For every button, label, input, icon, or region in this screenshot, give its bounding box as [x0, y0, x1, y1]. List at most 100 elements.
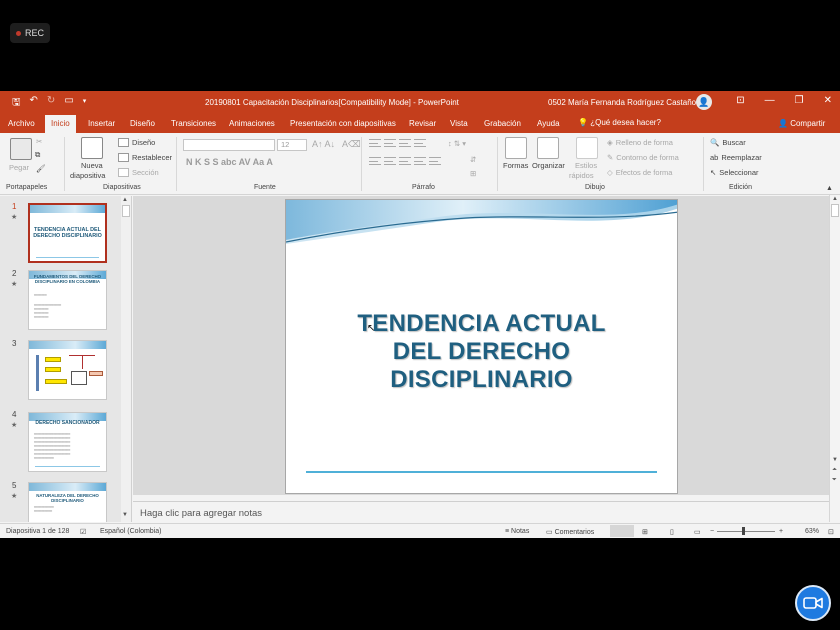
present-icon[interactable]: ▭ — [64, 95, 73, 112]
tab-transiciones[interactable]: Transiciones — [171, 119, 216, 128]
smartart-icon[interactable]: ⊞ — [470, 169, 476, 178]
zoom-out-icon[interactable]: − — [710, 528, 714, 535]
scroll-down-icon[interactable]: ▼ — [832, 457, 838, 463]
slide-thumbnail-2[interactable]: FUNDAMENTOS DEL DERECHO DISCIPLINARIO EN… — [28, 270, 107, 330]
comments-toggle[interactable]: ▭ Comentarios — [546, 528, 594, 536]
quick-styles-label-1[interactable]: Estilos — [575, 161, 597, 170]
minimize-icon[interactable]: — — [765, 95, 775, 106]
slide-thumbnail-1[interactable]: TENDENCIA ACTUAL DEL DERECHO DISCIPLINAR… — [28, 203, 107, 263]
slide-thumbnail-4[interactable]: DERECHO SANCIONADOR ━━━━━━━━━━━━━━━━━━━━… — [28, 412, 107, 472]
arrange-button[interactable]: Organizar — [532, 161, 565, 170]
slide-sorter-icon[interactable]: ⊞ — [642, 528, 648, 536]
new-slide-label-2[interactable]: diapositiva — [70, 171, 105, 180]
slide-thumbnail-5[interactable]: NATURALEZA DEL DERECHO DISCIPLINARIO ━━━… — [28, 482, 107, 522]
next-slide-icon[interactable]: ⏷ — [832, 477, 837, 484]
grow-font-icon[interactable]: A↑ A↓ — [312, 139, 335, 149]
tab-ayuda[interactable]: Ayuda — [537, 119, 560, 128]
reading-view-icon[interactable]: ▯ — [670, 528, 674, 536]
tab-diseno[interactable]: Diseño — [130, 119, 155, 128]
paste-button[interactable]: Pegar — [9, 163, 29, 172]
line-spacing-icon[interactable]: ↕ ⇅ ▾ — [448, 139, 466, 148]
cut-icon[interactable]: ✂ — [36, 137, 42, 146]
tab-inicio[interactable]: Inicio — [45, 115, 76, 133]
tab-revisar[interactable]: Revisar — [409, 119, 436, 128]
tell-me-box[interactable]: 💡 ¿Qué desea hacer? — [578, 118, 661, 127]
spellcheck-icon[interactable]: ☑ — [80, 528, 86, 536]
thumbnail-number: 1 — [12, 202, 17, 211]
zoom-in-icon[interactable]: + — [779, 528, 783, 535]
shapes-button[interactable]: Formas — [503, 161, 528, 170]
save-icon[interactable]: 🖫 — [12, 95, 21, 112]
tab-archivo[interactable]: Archivo — [8, 119, 35, 128]
reset-button[interactable]: Restablecer — [118, 153, 172, 162]
restore-icon[interactable]: ❐ — [795, 95, 804, 106]
arrange-icon[interactable] — [537, 137, 559, 159]
shape-effects-button[interactable]: ◇ Efectos de forma — [607, 168, 672, 177]
slide-scrollbar[interactable]: ▲ ▼ ⏶ ⏷ — [829, 195, 840, 522]
new-slide-label-1[interactable]: Nueva — [81, 161, 103, 170]
slide-title[interactable]: TENDENCIA ACTUAL DEL DERECHO DISCIPLINAR… — [286, 310, 677, 394]
share-button[interactable]: 👤 Compartir — [778, 119, 825, 128]
redo-icon[interactable]: ↻ — [47, 95, 55, 112]
language-status[interactable]: Español (Colombia) — [100, 528, 161, 535]
scroll-up-icon[interactable]: ▲ — [122, 197, 128, 203]
quick-styles-icon[interactable] — [576, 137, 598, 159]
tab-insertar[interactable]: Insertar — [88, 119, 115, 128]
previous-slide-icon[interactable]: ⏶ — [832, 467, 837, 474]
camera-button[interactable] — [795, 585, 831, 621]
reset-icon — [118, 153, 129, 162]
recording-indicator: REC — [10, 23, 50, 43]
notes-pane[interactable]: Haga clic para agregar notas — [133, 501, 829, 522]
replace-button[interactable]: ab Reemplazar — [710, 153, 762, 162]
find-button[interactable]: 🔍 Buscar — [710, 138, 746, 147]
shapes-icon[interactable] — [505, 137, 527, 159]
quick-styles-label-2[interactable]: rápidos — [569, 171, 594, 180]
current-slide[interactable]: TENDENCIA ACTUAL DEL DERECHO DISCIPLINAR… — [285, 199, 678, 494]
collapse-ribbon-icon[interactable]: ▲ — [826, 185, 833, 192]
notes-toggle[interactable]: ≡ Notas — [505, 528, 529, 535]
tab-presentacion[interactable]: Presentación con diapositivas — [290, 119, 396, 128]
font-name-combo[interactable] — [183, 139, 275, 151]
font-size-combo[interactable]: 12 — [277, 139, 307, 151]
slideshow-icon[interactable]: ▭ — [694, 528, 701, 536]
clear-format-icon[interactable]: A⌫ — [342, 139, 361, 150]
mouse-cursor-icon: ↖ — [367, 323, 376, 334]
undo-icon[interactable]: ↶ — [30, 95, 38, 112]
thumbnail-diagram-block — [89, 371, 103, 376]
shape-fill-button[interactable]: ◈ Relleno de forma — [607, 138, 673, 147]
thumbnails-scrollbar[interactable]: ▲ ▼ — [121, 196, 131, 522]
fit-slide-icon[interactable]: ⊡ — [828, 528, 834, 536]
ribbon-tabs: Archivo Inicio Insertar Diseño Transicio… — [0, 113, 840, 133]
user-name[interactable]: 0502 María Fernanda Rodríguez Castaño — [548, 98, 696, 107]
align-icons[interactable] — [369, 157, 441, 165]
zoom-slider-thumb[interactable] — [742, 527, 745, 535]
shape-outline-button[interactable]: ✎ Contorno de forma — [607, 153, 679, 162]
layout-button[interactable]: Diseño — [118, 138, 155, 147]
close-icon[interactable]: ✕ — [824, 95, 832, 106]
select-button[interactable]: ↖ Seleccionar — [710, 168, 759, 177]
slide-thumbnail-3[interactable] — [28, 340, 107, 400]
scroll-thumb[interactable] — [831, 204, 839, 217]
scroll-down-icon[interactable]: ▼ — [122, 512, 128, 518]
window-title: 20190801 Capacitación Disciplinarios[Com… — [205, 98, 459, 107]
new-slide-icon[interactable] — [81, 137, 103, 159]
title-bar: 🖫 ↶ ↻ ▭ ▾ 20190801 Capacitación Discipli… — [0, 91, 840, 113]
zoom-level[interactable]: 63% — [805, 528, 819, 535]
format-painter-icon[interactable]: 🖌 — [36, 164, 46, 173]
customize-qat-icon[interactable]: ▾ — [83, 97, 87, 112]
ribbon-display-icon[interactable]: ⊡ — [736, 95, 744, 106]
tab-vista[interactable]: Vista — [450, 119, 468, 128]
scroll-thumb[interactable] — [122, 205, 130, 217]
font-format-buttons[interactable]: N K S S abc AV Aa A — [186, 157, 273, 167]
avatar[interactable]: 👤 — [696, 94, 712, 110]
tab-grabacion[interactable]: Grabación — [484, 119, 521, 128]
text-direction-icon[interactable]: ⇵ — [470, 155, 476, 164]
paste-icon[interactable] — [10, 138, 32, 160]
section-button[interactable]: Sección — [118, 168, 159, 177]
copy-icon[interactable]: ⧉ — [35, 150, 40, 160]
zoom-slider[interactable] — [717, 531, 775, 532]
normal-view-icon[interactable] — [610, 525, 634, 537]
scroll-up-icon[interactable]: ▲ — [832, 196, 838, 202]
tab-animaciones[interactable]: Animaciones — [229, 119, 275, 128]
bullets-icon[interactable] — [369, 139, 426, 147]
